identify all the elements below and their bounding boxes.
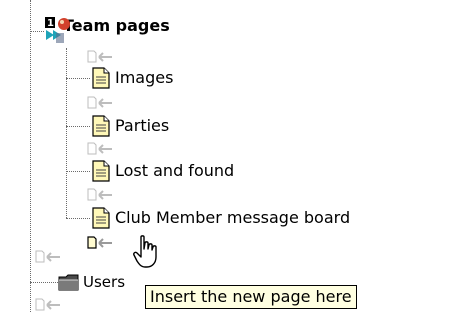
tree-line (66, 78, 90, 79)
insert-position-icon[interactable] (87, 96, 113, 110)
tree-node-label: Images (115, 68, 174, 87)
folder-icon (58, 271, 80, 293)
hand-cursor-icon (133, 235, 157, 268)
notification-badge: 1 (47, 18, 54, 29)
tree-node-label: Parties (115, 116, 170, 135)
tree-node-team-pages[interactable]: 1 Team pages (42, 15, 170, 45)
tree-node-page[interactable]: Parties (90, 114, 169, 138)
tree-node-label: Club Member message board (115, 208, 351, 227)
insert-position-icon[interactable] (35, 250, 61, 264)
page-icon (90, 206, 112, 230)
insert-position-icon[interactable] (87, 142, 113, 156)
page-icon (90, 159, 112, 183)
tree-line (66, 48, 67, 218)
insert-position-icon[interactable] (87, 188, 113, 202)
tree-node-page[interactable]: Lost and found (90, 159, 234, 183)
team-folder-icon: 1 (42, 15, 72, 45)
tree-node-users[interactable]: Users (58, 270, 125, 294)
page-tree: 1 Team pages Images Parties Lost and fou… (0, 0, 476, 312)
tree-node-label: Users (83, 273, 126, 291)
tree-line (30, 282, 58, 283)
page-icon (90, 114, 112, 138)
tree-node-page[interactable]: Club Member message board (90, 206, 350, 230)
tree-line (66, 126, 90, 127)
insert-position-icon-active[interactable] (87, 236, 113, 250)
insert-tooltip: Insert the new page here (145, 285, 357, 309)
tree-line (66, 218, 90, 219)
insert-position-icon[interactable] (35, 298, 61, 312)
tree-line (30, 0, 31, 312)
tree-node-label: Team pages (63, 16, 170, 35)
page-icon (90, 66, 112, 90)
tree-node-label: Lost and found (115, 161, 235, 180)
tree-line (66, 171, 90, 172)
insert-position-icon[interactable] (87, 50, 113, 64)
tree-node-page[interactable]: Images (90, 66, 173, 90)
